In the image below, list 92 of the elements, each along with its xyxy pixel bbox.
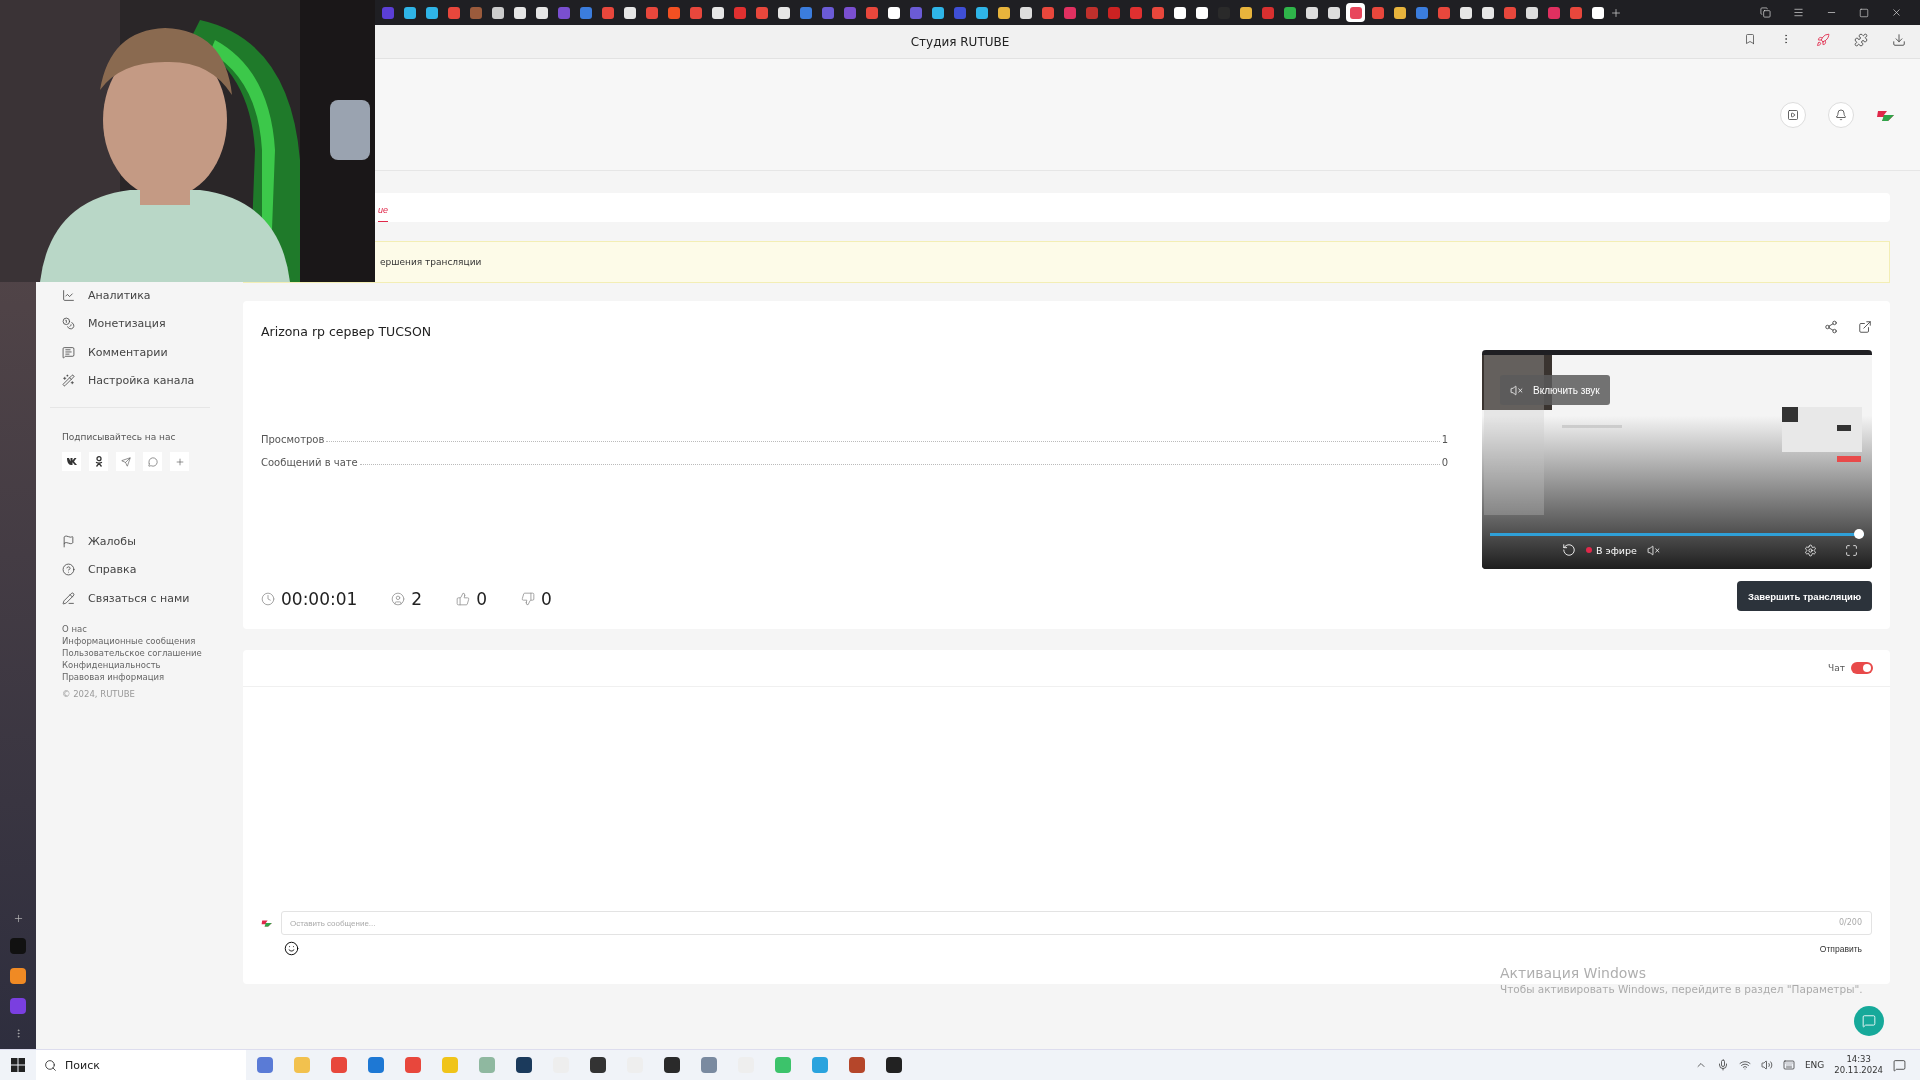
coin-icon <box>62 317 75 331</box>
footer-link[interactable]: Конфиденциальность <box>62 658 236 671</box>
social-heading: Подписывайтесь на нас <box>61 432 177 442</box>
activation-title: Активация Windows <box>1500 965 1648 981</box>
support-chat-button[interactable] <box>1854 1006 1884 1036</box>
counter-value: 0 <box>541 589 552 609</box>
search-icon <box>44 1058 57 1072</box>
nav-item[interactable]: Настройка канала <box>50 366 236 395</box>
windows-icon <box>11 1058 25 1072</box>
taskbar-search[interactable]: Поиск <box>36 1050 246 1080</box>
nav-item[interactable]: Аналитика <box>50 281 236 310</box>
social-button[interactable] <box>89 452 108 471</box>
notifications-button[interactable] <box>1828 101 1854 128</box>
nav-item[interactable]: Справка <box>50 555 236 584</box>
vk-icon <box>66 458 77 465</box>
nav-item[interactable]: Комментарии <box>50 338 236 367</box>
page-title: Студия RUTUBE <box>910 34 1010 49</box>
live-label: В эфире <box>1586 544 1637 556</box>
notice-banner: ершения трансляции <box>243 241 1890 283</box>
stat-label: Сообщений в чате <box>261 457 358 468</box>
microphone-icon <box>1716 1059 1729 1071</box>
external-link-icon <box>1858 320 1872 334</box>
close-icon <box>1891 7 1902 18</box>
app-icon[interactable] <box>10 968 26 984</box>
chat-label: Чат <box>1828 663 1845 673</box>
stat-value: 1 <box>1441 434 1448 445</box>
rewind-icon <box>1562 543 1576 557</box>
muted-icon <box>1646 543 1660 557</box>
chart-icon <box>62 288 75 302</box>
video-icon <box>1787 108 1799 121</box>
phone-bubble-icon <box>147 456 158 467</box>
counter-value: 2 <box>411 589 423 609</box>
nav-item[interactable]: Связаться с нами <box>50 584 236 613</box>
comments-icon <box>62 345 75 359</box>
thumbs-up-icon <box>456 592 471 606</box>
footer-link[interactable]: Информационные сообщения <box>62 634 236 647</box>
footer-link[interactable]: О нас <box>62 622 236 635</box>
unmute-button[interactable]: Включить звук <box>1500 375 1610 405</box>
plus-icon <box>12 913 24 924</box>
upload-button[interactable] <box>1780 101 1806 128</box>
char-counter: 0/200 <box>1838 918 1862 927</box>
bell-icon <box>1835 108 1847 121</box>
pencil-icon <box>62 591 75 605</box>
odnoklassniki-icon <box>94 456 103 467</box>
counter-value: 0 <box>476 589 487 609</box>
nav-item[interactable]: Жалобы <box>50 527 236 556</box>
muted-icon <box>1510 383 1523 397</box>
emoji-icon <box>284 941 299 956</box>
footer-link[interactable]: Пользовательское соглашение <box>62 646 236 659</box>
flag-icon <box>62 534 75 548</box>
progress-thumb[interactable] <box>1854 529 1864 539</box>
browser-tab[interactable] <box>1346 3 1365 22</box>
puzzle-icon <box>1854 33 1868 47</box>
notifications-icon <box>1893 1058 1906 1072</box>
nav-item[interactable]: Монетизация <box>50 309 236 338</box>
magic-wand-icon <box>62 374 75 388</box>
activation-text: Чтобы активировать Windows, перейдите в раздел "Параметры". <box>1500 983 1863 995</box>
send-button[interactable]: Отправить <box>1819 943 1862 954</box>
volume-icon <box>1760 1059 1773 1071</box>
restore-icon <box>1859 7 1869 18</box>
paper-plane-icon <box>120 456 131 467</box>
counter-value: 00:00:01 <box>281 589 358 609</box>
footer-link[interactable]: Правовая информация <box>62 670 236 683</box>
taskbar-clock[interactable]: 14:33 20.11.2024 <box>1834 1054 1883 1076</box>
help-icon <box>62 563 75 577</box>
menu-icon <box>1793 7 1804 18</box>
network-icon <box>1738 1059 1751 1071</box>
new-tab-icon <box>1610 6 1622 19</box>
clock-icon <box>261 592 275 606</box>
plus-icon <box>174 456 185 467</box>
rocket-icon <box>1816 33 1830 47</box>
video-player[interactable]: Включить звук В эфире <box>1482 350 1872 569</box>
viewer-icon <box>391 592 406 606</box>
thumbs-down-icon <box>521 592 535 606</box>
chat-toggle[interactable] <box>1851 662 1873 674</box>
tab-list-icon <box>1760 7 1771 18</box>
keyboard-icon <box>1782 1059 1795 1071</box>
stat-label: Просмотров <box>261 434 325 445</box>
fullscreen-icon <box>1845 543 1858 557</box>
language-indicator[interactable]: ENG <box>1804 1060 1825 1070</box>
stream-title: Arizona rp сервер TUCSON <box>261 323 433 339</box>
settings-icon <box>1804 543 1817 557</box>
bookmark-icon <box>1744 33 1756 45</box>
chat-icon <box>1862 1014 1876 1028</box>
copyright: © 2024, RUTUBE <box>62 688 136 699</box>
tab[interactable]: ие <box>378 205 388 222</box>
end-stream-button[interactable]: Завершить трансляцию <box>1737 581 1872 611</box>
stat-value: 0 <box>1441 457 1448 468</box>
avatar-icon <box>261 918 273 928</box>
download-icon <box>1892 33 1906 47</box>
social-button[interactable] <box>62 452 81 471</box>
share-icon <box>1824 320 1838 334</box>
